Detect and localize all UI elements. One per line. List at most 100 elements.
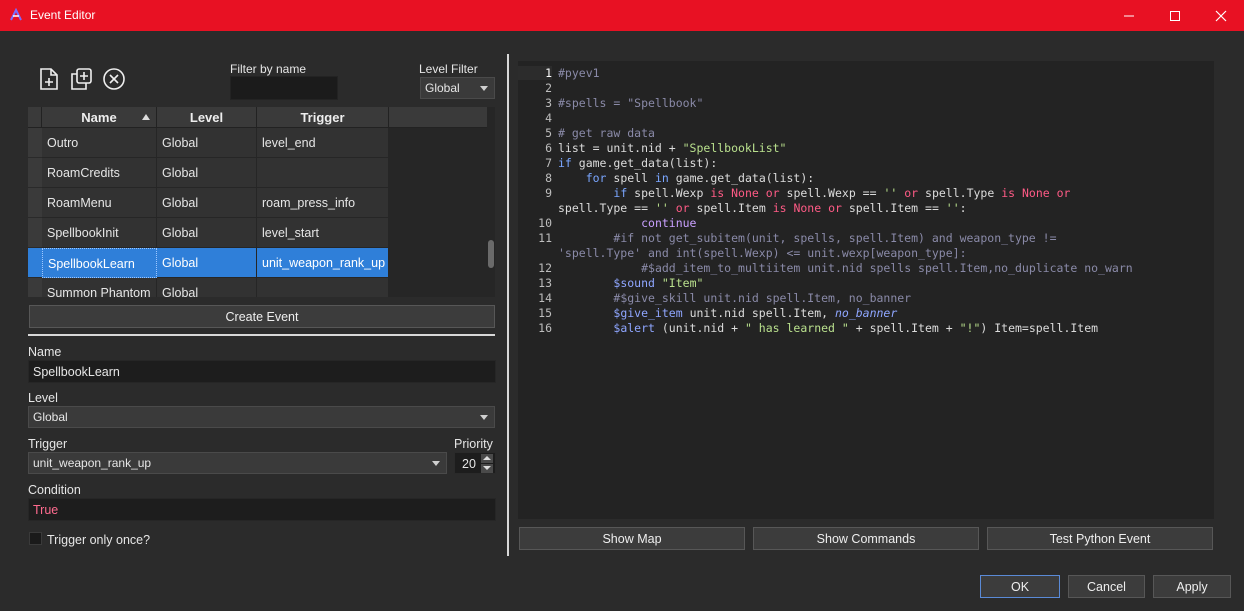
- sort-ascending-icon: [142, 114, 150, 120]
- code-token: spell.Wexp: [627, 186, 711, 200]
- code-line: #$give_skill unit.nid spell.Item, no_ban…: [558, 291, 911, 305]
- code-token: "Item": [661, 276, 704, 290]
- close-button[interactable]: [1198, 0, 1244, 31]
- show-commands-button[interactable]: Show Commands: [753, 527, 979, 550]
- cell-trigger: level_end: [257, 128, 389, 158]
- code-line: #spells = "Spellbook": [558, 96, 703, 110]
- table-row[interactable]: SpellbookInit Global level_start: [28, 218, 488, 248]
- code-line: #$add_item_to_multiitem unit.nid spells …: [558, 261, 1133, 275]
- app-icon: [9, 7, 23, 22]
- code-token: " has learned ": [744, 321, 849, 335]
- filter-by-name-input[interactable]: [230, 76, 338, 100]
- code-token: spell.Item ==: [841, 201, 946, 215]
- level-filter-select[interactable]: Global: [420, 77, 495, 99]
- code-token: or: [904, 186, 919, 200]
- spin-down-icon[interactable]: [481, 464, 493, 473]
- ok-button[interactable]: OK: [980, 575, 1060, 598]
- cell-name: SpellbookInit: [42, 218, 157, 248]
- code-token: $alert: [613, 321, 655, 335]
- column-header-name[interactable]: Name: [42, 107, 157, 128]
- line-number: 13: [538, 276, 552, 290]
- cell-level: Global: [157, 188, 257, 218]
- row-header[interactable]: [28, 218, 42, 248]
- spin-up-icon[interactable]: [481, 454, 493, 463]
- priority-value: 20: [462, 457, 476, 471]
- apply-button[interactable]: Apply: [1153, 575, 1231, 598]
- table-scrollbar-thumb[interactable]: [488, 240, 494, 268]
- code-token: spell.Type ==: [558, 201, 655, 215]
- column-header-level[interactable]: Level: [157, 107, 257, 128]
- row-header[interactable]: [28, 158, 42, 188]
- minimize-icon: [1124, 15, 1134, 16]
- priority-spinbox[interactable]: 20: [454, 452, 496, 474]
- name-field[interactable]: SpellbookLearn: [28, 360, 496, 383]
- delete-event-icon: [103, 68, 125, 90]
- row-header[interactable]: [28, 278, 42, 297]
- level-filter-label: Level Filter: [419, 62, 478, 76]
- create-event-button[interactable]: Create Event: [29, 305, 495, 328]
- level-select[interactable]: Global: [28, 406, 495, 428]
- show-map-button[interactable]: Show Map: [519, 527, 745, 550]
- table-row[interactable]: Summon Phantom Global: [28, 278, 488, 297]
- name-label: Name: [28, 345, 62, 359]
- code-token: spell.Item: [689, 201, 773, 215]
- code-token: #$add_item_to_multiitem unit.nid spells …: [641, 261, 1133, 275]
- row-header[interactable]: [28, 248, 42, 278]
- code-token: (unit.nid +: [654, 321, 745, 335]
- table-scrollbar[interactable]: [487, 107, 495, 297]
- trigger-once-label: Trigger only once?: [47, 533, 151, 547]
- table-row[interactable]: RoamMenu Global roam_press_info: [28, 188, 488, 218]
- table-row[interactable]: Outro Global level_end: [28, 128, 488, 158]
- code-line: $alert (unit.nid + " has learned " + spe…: [558, 321, 1098, 335]
- line-number: 12: [538, 261, 552, 275]
- condition-field[interactable]: True: [28, 498, 496, 521]
- code-token: is None or: [1001, 186, 1071, 200]
- priority-label: Priority: [454, 437, 493, 451]
- chevron-down-icon: [480, 86, 488, 91]
- table-row[interactable]: RoamCredits Global: [28, 158, 488, 188]
- cancel-button[interactable]: Cancel: [1068, 575, 1145, 598]
- line-number: 8: [545, 171, 552, 185]
- code-line: for spell in game.get_data(list):: [558, 171, 815, 185]
- code-token: if: [558, 156, 572, 170]
- row-header[interactable]: [28, 128, 42, 158]
- code-token: :: [959, 201, 967, 215]
- cell-trigger: unit_weapon_rank_up: [257, 248, 389, 278]
- line-number: 11: [538, 231, 552, 245]
- code-token: spell: [606, 171, 655, 185]
- maximize-button[interactable]: [1152, 0, 1198, 31]
- table-row-selected[interactable]: SpellbookLearn Global unit_weapon_rank_u…: [28, 248, 488, 278]
- code-token: #if not get_subitem(unit, spells, spell.…: [613, 231, 1057, 245]
- code-token: '': [945, 201, 960, 215]
- splitter-handle[interactable]: [507, 54, 509, 556]
- code-token: # get raw data: [558, 126, 655, 140]
- code-editor[interactable]: 1 #pyev1 2 3 #spells = "Spellbook" 4 5 # get ra…: [518, 61, 1214, 519]
- window-title: Event Editor: [30, 8, 96, 22]
- column-header-trigger[interactable]: Trigger: [257, 107, 389, 128]
- code-token: '': [883, 186, 898, 200]
- cell-name: Summon Phantom: [42, 278, 157, 297]
- trigger-select[interactable]: unit_weapon_rank_up: [28, 452, 447, 474]
- trigger-select-value: unit_weapon_rank_up: [33, 456, 152, 470]
- test-python-event-button[interactable]: Test Python Event: [987, 527, 1213, 550]
- trigger-once-checkbox[interactable]: [29, 532, 42, 545]
- delete-event-button[interactable]: [101, 66, 127, 92]
- cell-trigger: roam_press_info: [257, 188, 389, 218]
- level-label: Level: [28, 391, 58, 405]
- chevron-down-icon: [432, 461, 440, 466]
- duplicate-event-button[interactable]: [68, 66, 94, 92]
- minimize-button[interactable]: [1106, 0, 1152, 31]
- code-token: continue: [641, 216, 697, 230]
- section-divider: [28, 334, 495, 336]
- cell-name: SpellbookLearn: [42, 248, 157, 278]
- new-event-button[interactable]: [36, 66, 62, 92]
- row-header[interactable]: [28, 188, 42, 218]
- cell-level: Global: [157, 158, 257, 188]
- code-token: is None or: [772, 201, 842, 215]
